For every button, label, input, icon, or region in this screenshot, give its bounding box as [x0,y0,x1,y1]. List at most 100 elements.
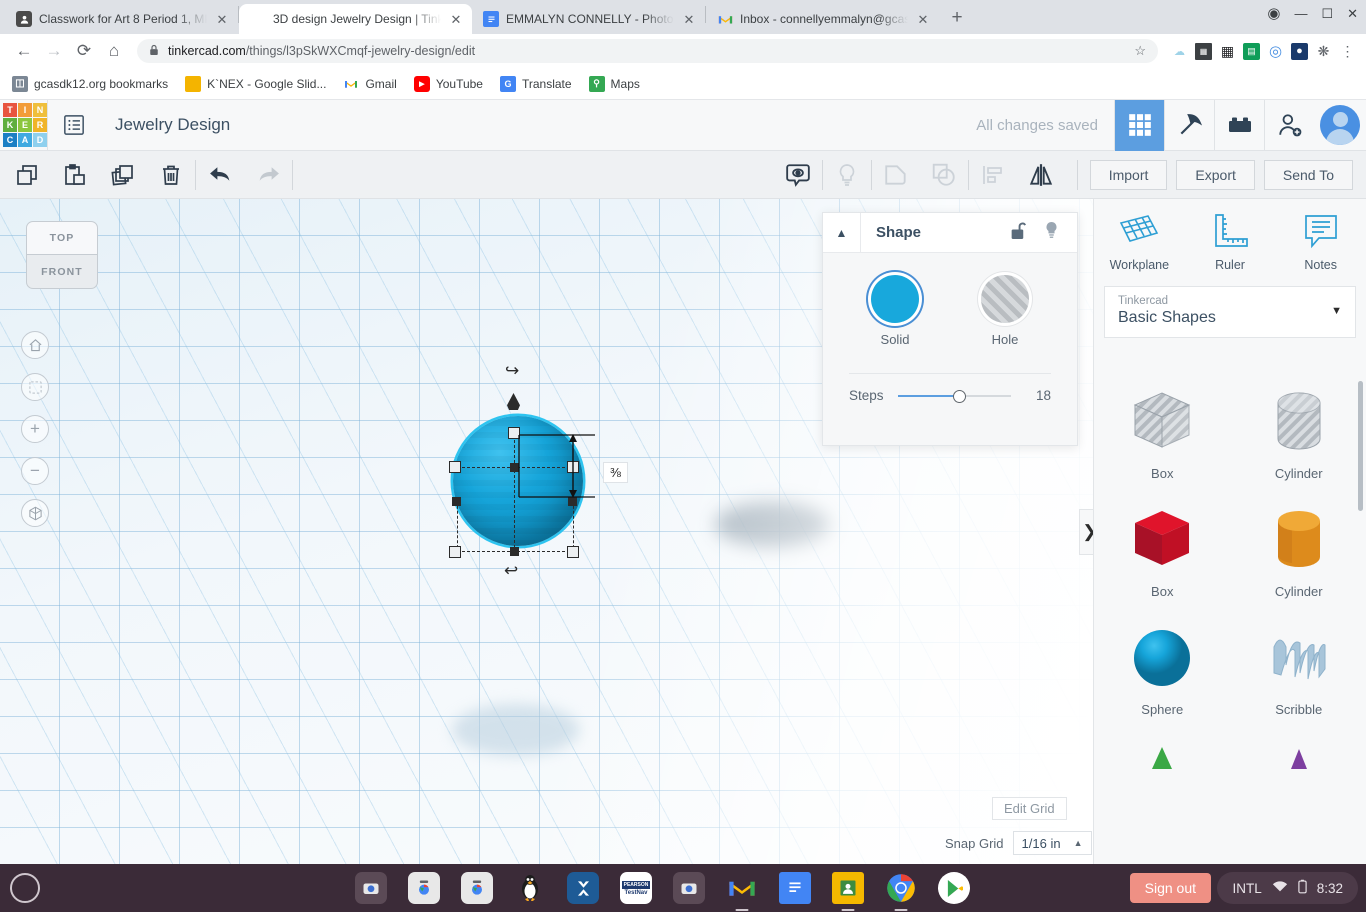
page-title[interactable]: Jewelry Design [115,115,230,135]
mirror-icon[interactable] [1017,151,1065,199]
penguin-linux-icon[interactable] [514,872,546,904]
chrome-doc-app-icon[interactable] [408,872,440,904]
browser-tab-0[interactable]: Classwork for Art 8 Period 1, MP ✕ [5,4,238,34]
snap-grid-select[interactable]: 1/16 in ▲ [1013,831,1092,855]
shape-item-box-red[interactable]: Box [1094,503,1231,621]
camera-app-icon-2[interactable] [673,872,705,904]
solid-option[interactable]: Solid [871,275,919,347]
sidebar-tool-notes[interactable]: Notes [1275,213,1366,272]
play-store-icon[interactable] [938,872,970,904]
tinkercad-logo-icon[interactable]: TIN KER CAD [3,103,47,147]
sheets-icon[interactable]: ▤ [1243,43,1260,60]
list-menu-icon[interactable] [48,100,99,151]
steps-value[interactable]: 18 [1025,388,1051,403]
shape-item-box-hole[interactable]: Box [1094,385,1231,503]
chrome-doc-app-icon-2[interactable] [461,872,493,904]
bookmark-item-1[interactable]: K`NEX - Google Slid... [185,76,326,92]
dimension-label[interactable]: ⅜ [603,462,628,483]
gmail-app-icon[interactable] [726,872,758,904]
forward-button[interactable]: → [40,37,68,65]
shape-item-scribble[interactable]: Scribble [1231,621,1366,739]
minimize-button[interactable]: — [1294,7,1307,20]
circle-icon[interactable]: ◎ [1267,43,1284,60]
bookmark-item-4[interactable]: G Translate [500,76,572,92]
minecraft-pickaxe-icon[interactable] [1164,100,1214,151]
x-app-icon[interactable] [567,872,599,904]
sidebar-tool-workplane[interactable]: Workplane [1094,213,1185,272]
zoom-in-icon[interactable]: + [21,415,49,443]
rotate-handle-top[interactable]: ↪ [505,361,519,381]
bookmark-item-3[interactable]: ▶ YouTube [414,76,483,92]
tab-close-icon-3[interactable]: ✕ [915,13,931,26]
browser-tab-2[interactable]: EMMALYN CONNELLY - Photo Do ✕ [472,4,705,34]
tab-close-icon-0[interactable]: ✕ [214,13,230,26]
qr-scan-icon[interactable]: ▦ [1195,43,1212,60]
base-handle-right[interactable] [567,546,579,558]
light-bulb-icon[interactable] [823,151,871,199]
undo-arrow-icon[interactable] [196,151,244,199]
delete-trash-icon[interactable] [147,151,195,199]
browser-tab-3[interactable]: Inbox - connellyemmalyn@gcas ✕ [706,4,939,34]
fit-to-view-icon[interactable] [21,373,49,401]
address-bar[interactable]: tinkercad.com/things/l3pSkWXCmqf-jewelry… [137,39,1158,63]
shape-item-partial-green[interactable] [1094,739,1231,791]
panel-collapse-icon[interactable]: ▲ [823,213,861,253]
export-button[interactable]: Export [1176,160,1254,190]
avatar[interactable] [1320,105,1360,145]
shape-library-picker[interactable]: Tinkercad Basic Shapes ▼ [1104,286,1356,338]
system-tray[interactable]: INTL 8:32 [1217,872,1358,904]
view-cube-front[interactable]: FRONT [26,254,98,289]
paste-icon[interactable] [51,151,99,199]
perspective-toggle-icon[interactable] [21,499,49,527]
unlock-padlock-icon[interactable] [1010,221,1027,245]
new-tab-button[interactable]: + [943,4,971,32]
tab-close-icon-1[interactable]: ✕ [448,13,464,26]
docs-app-icon[interactable] [779,872,811,904]
word-cloud-icon[interactable]: ☁ [1171,43,1188,60]
star-icon[interactable]: ☆ [1134,43,1146,59]
designs-grid-icon[interactable] [1114,100,1164,151]
rotate-handle-bottom[interactable]: ↩ [504,561,518,581]
back-button[interactable]: ← [10,37,38,65]
solid-swatch[interactable] [871,275,919,323]
light-bulb-icon[interactable] [1043,221,1060,245]
chrome-app-icon[interactable] [885,872,917,904]
invite-person-icon[interactable] [1264,100,1314,151]
home-button[interactable]: ⌂ [100,37,128,65]
bookmark-item-0[interactable]: ◫ gcasdk12.org bookmarks [12,76,168,92]
redo-arrow-icon[interactable] [244,151,292,199]
bookmark-item-2[interactable]: Gmail [343,76,396,92]
show-hide-eye-icon[interactable] [774,151,822,199]
copy-icon[interactable] [3,151,51,199]
menu-dots-icon[interactable]: ⋮ [1339,43,1356,60]
classroom-app-icon[interactable] [832,872,864,904]
tab-close-icon-2[interactable]: ✕ [681,13,697,26]
slider-knob[interactable] [953,390,966,403]
home-view-icon[interactable] [21,331,49,359]
height-handle-cone[interactable] [507,393,520,410]
duplicate-icon[interactable] [99,151,147,199]
resize-handle-left[interactable] [449,461,461,473]
browser-tab-1[interactable]: 3D design Jewelry Design | Tinke ✕ [239,4,472,34]
maximize-button[interactable]: ☐ [1321,7,1333,20]
hole-swatch[interactable] [981,275,1029,323]
sign-out-button[interactable]: Sign out [1130,873,1211,903]
blocks-brick-icon[interactable] [1214,100,1264,151]
reload-button[interactable]: ⟳ [70,37,98,65]
pearson-testnav-icon[interactable]: PEARSON TestNav [620,872,652,904]
shape-item-sphere[interactable]: Sphere [1094,621,1231,739]
shape-item-cylinder-hole[interactable]: Cylinder [1231,385,1366,503]
view-cube[interactable]: TOP FRONT [26,221,98,289]
shape-item-partial-purple[interactable] [1231,739,1366,791]
base-handle-center[interactable] [510,547,519,556]
launcher-circle-icon[interactable] [10,873,40,903]
edit-grid-button[interactable]: Edit Grid [992,797,1067,820]
profile-icon[interactable]: ◉ [1267,6,1280,21]
corner-handle-bl[interactable] [452,497,461,506]
group-icon[interactable] [872,151,920,199]
qr-code-icon[interactable]: ▦ [1219,43,1236,60]
puzzle-icon[interactable]: ❋ [1315,43,1332,60]
zoom-out-icon[interactable]: − [21,457,49,485]
close-window-button[interactable]: ✕ [1347,7,1358,20]
align-icon[interactable] [969,151,1017,199]
